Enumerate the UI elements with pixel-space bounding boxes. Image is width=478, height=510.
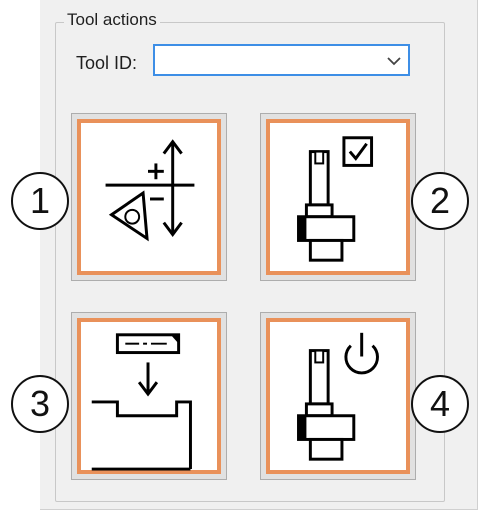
tool-id-label: Tool ID:: [76, 53, 138, 73]
callout-3: 3: [11, 375, 69, 433]
tool-check-icon: [297, 136, 374, 262]
callout-4: 4: [411, 375, 469, 433]
callout-2: 2: [411, 172, 469, 230]
chevron-down-icon[interactable]: [386, 54, 402, 68]
tool-power-icon: [297, 332, 379, 461]
tool-check-button[interactable]: [260, 113, 416, 281]
callout-1: 1: [11, 172, 69, 230]
tool-power-button[interactable]: [260, 312, 416, 480]
tool-offset-adjust-icon: [105, 139, 195, 242]
tool-measure-button[interactable]: [71, 312, 227, 480]
tool-offset-button[interactable]: [71, 113, 227, 281]
group-title: Tool actions: [64, 9, 160, 31]
tool-measure-icon: [91, 333, 192, 471]
tool-id-combobox[interactable]: [153, 44, 410, 76]
